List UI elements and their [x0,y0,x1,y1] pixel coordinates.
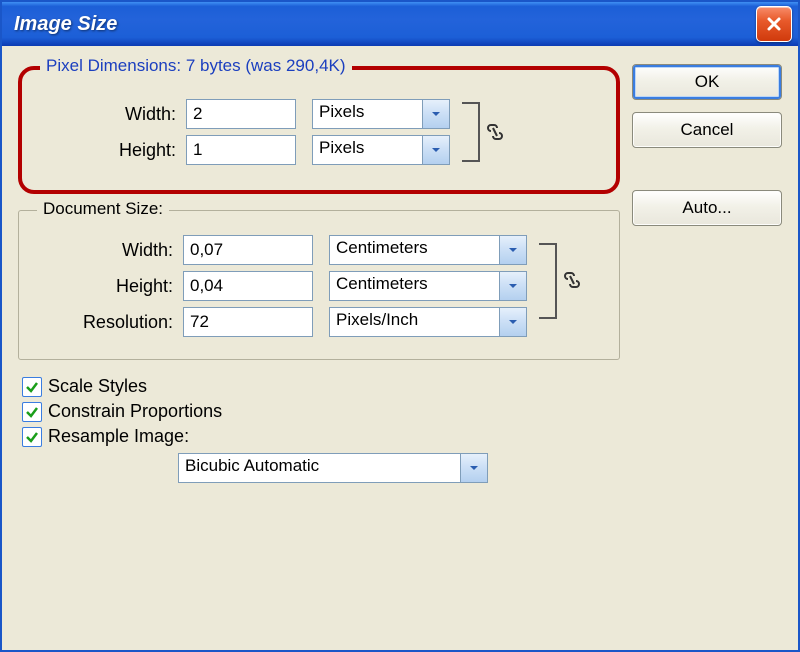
combo-value: Pixels/Inch [329,307,499,337]
checkmark-icon [25,430,39,444]
checkmark-icon [25,380,39,394]
combo-value: Centimeters [329,235,499,265]
image-size-dialog: Image Size Pixel Dimensions: 7 bytes (wa… [0,0,800,652]
doc-height-label: Height: [33,276,183,297]
combo-value: Bicubic Automatic [178,453,460,483]
pixel-height-label: Height: [36,140,186,161]
chevron-down-icon[interactable] [499,235,527,265]
cancel-button[interactable]: Cancel [632,112,782,148]
pixel-dimensions-legend: Pixel Dimensions: 7 bytes (was 290,4K) [40,56,352,76]
chevron-down-icon[interactable] [499,271,527,301]
auto-button-label: Auto... [682,198,731,218]
doc-res-label: Resolution: [33,312,183,333]
chevron-down-icon[interactable] [460,453,488,483]
constrain-link-icon [561,269,583,291]
resample-image-label: Resample Image: [48,426,189,447]
combo-value: Pixels [312,135,422,165]
constrain-proportions-checkbox[interactable]: Constrain Proportions [22,401,620,422]
cancel-button-label: Cancel [681,120,734,140]
pixel-height-input[interactable] [186,135,296,165]
chevron-down-icon[interactable] [422,135,450,165]
constrain-link-icon [484,121,506,143]
pixel-width-label: Width: [36,104,186,125]
chevron-down-icon[interactable] [499,307,527,337]
close-button[interactable] [756,6,792,42]
combo-value: Centimeters [329,271,499,301]
pixel-width-unit-combo[interactable]: Pixels [312,99,450,129]
document-size-legend: Document Size: [37,199,169,219]
ok-button[interactable]: OK [632,64,782,100]
doc-res-input[interactable] [183,307,313,337]
doc-width-input[interactable] [183,235,313,265]
combo-value: Pixels [312,99,422,129]
doc-width-unit-combo[interactable]: Centimeters [329,235,527,265]
checkbox-box[interactable] [22,402,42,422]
doc-height-input[interactable] [183,271,313,301]
pixel-dimensions-group: Pixel Dimensions: 7 bytes (was 290,4K) W… [18,66,620,194]
checkbox-box[interactable] [22,427,42,447]
document-size-group: Document Size: Width: Centimeters [18,210,620,360]
title-bar: Image Size [2,2,798,46]
doc-res-unit-combo[interactable]: Pixels/Inch [329,307,527,337]
doc-height-unit-combo[interactable]: Centimeters [329,271,527,301]
constrain-proportions-label: Constrain Proportions [48,401,222,422]
chevron-down-icon[interactable] [422,99,450,129]
close-icon [766,16,782,32]
pixel-width-input[interactable] [186,99,296,129]
scale-styles-checkbox[interactable]: Scale Styles [22,376,620,397]
window-title: Image Size [14,13,117,36]
doc-width-label: Width: [33,240,183,261]
resample-method-combo[interactable]: Bicubic Automatic [178,453,488,483]
pixel-height-unit-combo[interactable]: Pixels [312,135,450,165]
scale-styles-label: Scale Styles [48,376,147,397]
auto-button[interactable]: Auto... [632,190,782,226]
ok-button-label: OK [695,72,720,92]
checkmark-icon [25,405,39,419]
resample-image-checkbox[interactable]: Resample Image: [22,426,620,447]
checkbox-box[interactable] [22,377,42,397]
